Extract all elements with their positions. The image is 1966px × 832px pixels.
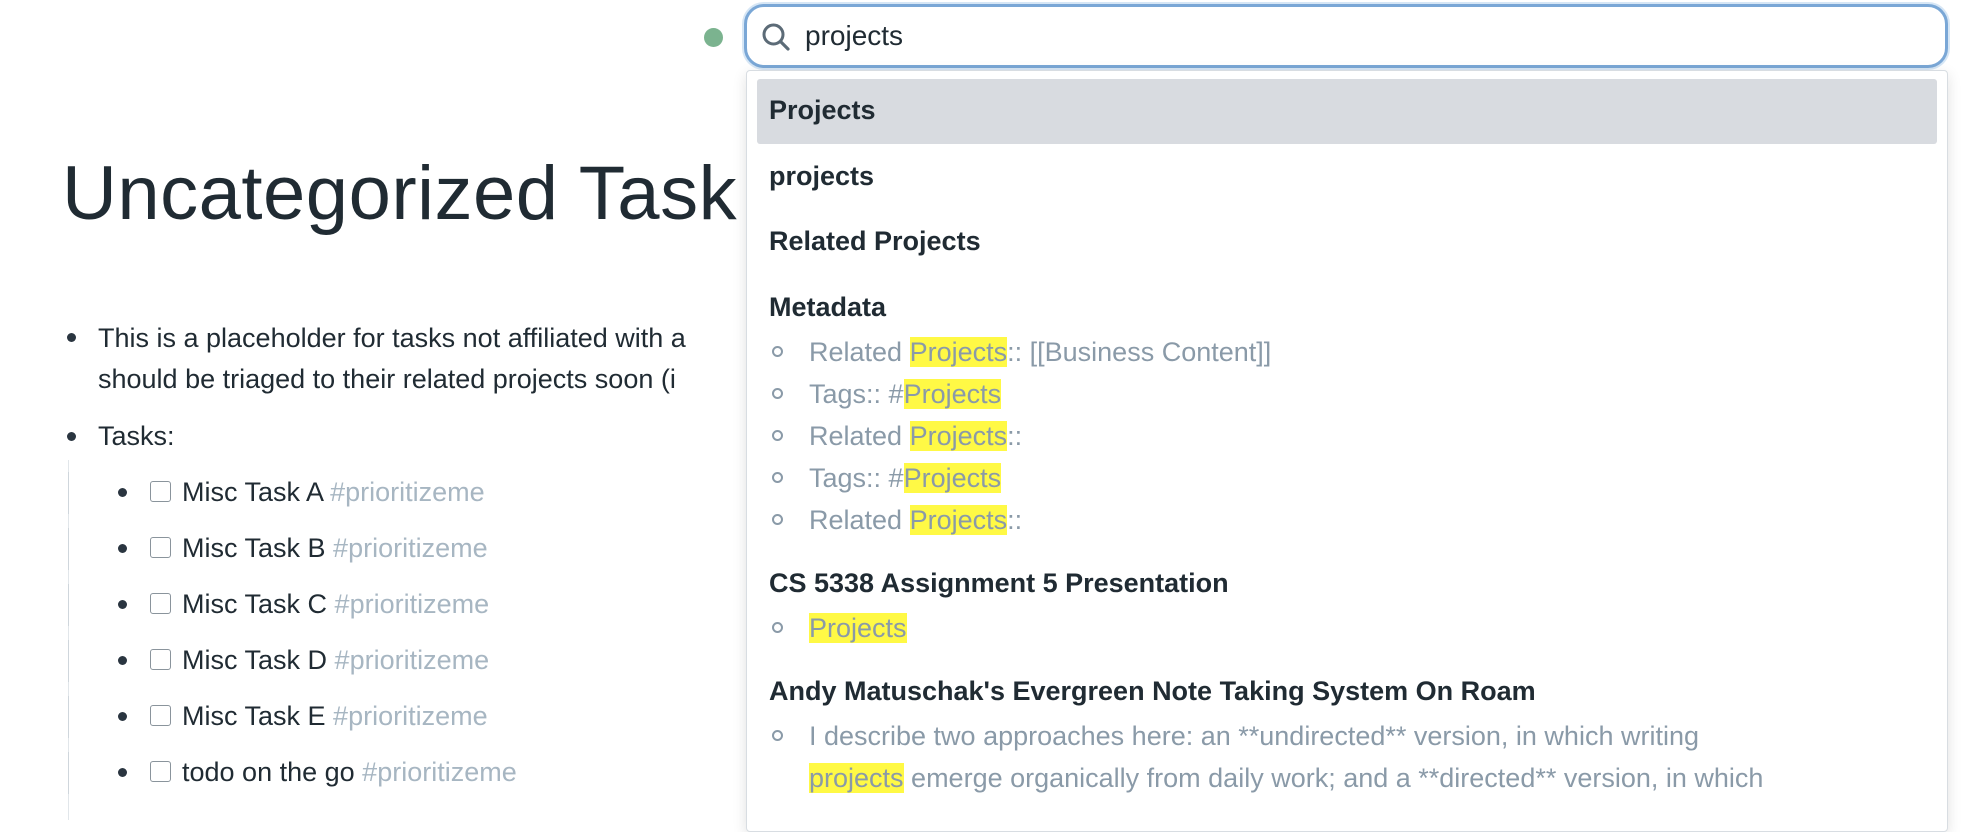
block-bullet <box>772 622 783 633</box>
bullet[interactable] <box>118 768 127 777</box>
search-result-page[interactable]: Metadata <box>769 292 886 323</box>
match-highlight: Projects <box>909 337 1008 367</box>
match-highlight: projects <box>809 763 904 793</box>
match-highlight: Projects <box>909 505 1008 535</box>
search-result-block[interactable]: Related Projects:: [[Business Content]] <box>772 331 1272 373</box>
search-input[interactable] <box>805 15 1925 57</box>
bullet[interactable] <box>118 712 127 721</box>
bullet[interactable] <box>118 544 127 553</box>
thread-tick <box>68 696 69 738</box>
thread-tick <box>68 640 69 682</box>
task-text: Misc Task E <box>182 701 326 731</box>
block-text: Related <box>809 337 910 367</box>
thread-tick <box>68 584 69 626</box>
bullet[interactable] <box>118 600 127 609</box>
search-result-block[interactable]: I describe two approaches here: an **und… <box>772 715 1699 757</box>
search-box[interactable] <box>744 4 1948 68</box>
tasks-label[interactable]: Tasks: <box>98 415 175 457</box>
block-text: Related <box>809 421 910 451</box>
block-text: :: [[Business Content]] <box>1007 337 1272 367</box>
search-result-page[interactable]: CS 5338 Assignment 5 Presentation <box>769 568 1229 599</box>
search-result-block[interactable]: Tags:: #Projects <box>772 457 1002 499</box>
search-icon <box>762 23 790 51</box>
tag-link[interactable]: #prioritizeme <box>335 589 490 619</box>
task-content[interactable]: Misc Task D #prioritizeme <box>182 638 489 682</box>
todo-checkbox[interactable] <box>150 593 171 614</box>
task-text: Misc Task B <box>182 533 326 563</box>
tag-link[interactable]: #prioritizeme <box>335 645 490 675</box>
task-text: todo on the go <box>182 757 355 787</box>
tag-link[interactable]: #prioritizeme <box>330 477 485 507</box>
search-result-page[interactable]: Andy Matuschak's Evergreen Note Taking S… <box>769 676 1536 707</box>
todo-checkbox[interactable] <box>150 537 171 558</box>
search-result-page[interactable]: projects <box>769 161 874 192</box>
thread-tick <box>68 472 69 514</box>
block-text: emerge organically from daily work; and … <box>903 763 1764 793</box>
block-bullet <box>772 730 783 741</box>
search-result-block[interactable]: Related Projects:: <box>772 499 1023 541</box>
task-content[interactable]: Misc Task B #prioritizeme <box>182 526 488 570</box>
search-results-dropdown: Projects projects Related Projects Metad… <box>746 70 1948 832</box>
task-content[interactable]: Misc Task C #prioritizeme <box>182 582 489 626</box>
block-text: :: <box>1007 421 1023 451</box>
todo-checkbox[interactable] <box>150 761 171 782</box>
block-text: :: <box>1007 505 1023 535</box>
search-result-block[interactable]: Tags:: #Projects <box>772 373 1002 415</box>
block-text: Tags:: # <box>809 379 904 409</box>
bullet[interactable] <box>67 432 76 441</box>
todo-checkbox[interactable] <box>150 705 171 726</box>
block-text: Tags:: # <box>809 463 904 493</box>
search-result-block[interactable]: Related Projects:: <box>772 415 1023 457</box>
todo-checkbox[interactable] <box>150 481 171 502</box>
match-highlight: Projects <box>903 379 1002 409</box>
thread-tick <box>68 528 69 570</box>
bullet[interactable] <box>118 656 127 665</box>
todo-checkbox[interactable] <box>150 649 171 670</box>
search-result-block-continuation[interactable]: projects emerge organically from daily w… <box>809 757 1763 799</box>
tag-link[interactable]: #prioritizeme <box>362 757 517 787</box>
page-title: Uncategorized Task <box>62 151 738 236</box>
search-result-page[interactable]: Projects <box>769 95 876 126</box>
sync-status-dot[interactable] <box>704 28 723 47</box>
block-bullet <box>772 430 783 441</box>
block-text: Related <box>809 505 910 535</box>
intro-text-line-2[interactable]: should be triaged to their related proje… <box>98 358 676 400</box>
search-result-block[interactable]: Projects <box>772 607 907 649</box>
search-result-page[interactable]: Related Projects <box>769 226 981 257</box>
task-text: Misc Task D <box>182 645 328 675</box>
intro-text-line-1[interactable]: This is a placeholder for tasks not affi… <box>98 317 686 359</box>
block-bullet <box>772 346 783 357</box>
task-content[interactable]: todo on the go #prioritizeme <box>182 750 517 794</box>
block-text: I describe two approaches here: an **und… <box>809 721 1699 751</box>
tag-link[interactable]: #prioritizeme <box>333 701 488 731</box>
match-highlight: Projects <box>903 463 1002 493</box>
task-text: Misc Task C <box>182 589 328 619</box>
bullet[interactable] <box>67 333 76 342</box>
task-content[interactable]: Misc Task A #prioritizeme <box>182 470 485 514</box>
thread-tick <box>68 752 69 794</box>
block-bullet <box>772 472 783 483</box>
match-highlight: Projects <box>809 613 907 643</box>
match-highlight: Projects <box>909 421 1008 451</box>
search-result-selected-highlight[interactable] <box>757 79 1937 144</box>
block-bullet <box>772 514 783 525</box>
task-content[interactable]: Misc Task E #prioritizeme <box>182 694 488 738</box>
task-text: Misc Task A <box>182 477 323 507</box>
block-bullet <box>772 388 783 399</box>
tag-link[interactable]: #prioritizeme <box>333 533 488 563</box>
bullet[interactable] <box>118 488 127 497</box>
